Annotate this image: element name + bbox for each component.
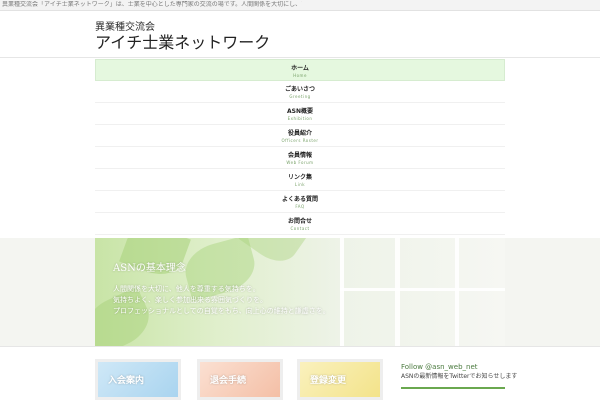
nav-item-sublabel: Web Forum xyxy=(286,160,314,165)
global-navigation: ホーム Home ごあいさつ Greeting ASN概要 Exhibition… xyxy=(95,59,505,237)
site-header: 異業種交流会 アイチ士業ネットワーク xyxy=(0,11,600,58)
twitter-description: ASNの最新情報をTwitterでお知らせします xyxy=(401,373,518,380)
nav-item-members[interactable]: 会員情報 Web Forum xyxy=(95,147,505,169)
nav-item-sublabel: Home xyxy=(293,73,307,78)
hero-text-line: 人間関係を大切に、他人を尊重する気持ちを。 xyxy=(113,285,260,293)
nav-item-contact[interactable]: お問合せ Contact xyxy=(95,213,505,235)
nav-item-sublabel: Contact xyxy=(290,226,310,231)
card-label: 入会案内 xyxy=(108,376,145,386)
nav-item-sublabel: Officers Roster xyxy=(281,138,319,143)
nav-item-label: 会員情報 xyxy=(287,152,312,159)
nav-item-faq[interactable]: よくある質問 FAQ xyxy=(95,191,505,213)
nav-item-officers[interactable]: 役員紹介 Officers Roster xyxy=(95,125,505,147)
nav-item-label: お問合せ xyxy=(287,218,312,225)
card-label: 登録変更 xyxy=(310,376,347,386)
window-frame-decoration xyxy=(395,238,400,346)
leaf-decoration xyxy=(119,238,191,282)
card-withdrawal[interactable]: 退会手続 xyxy=(197,359,283,400)
hero-banner: ASNの基本理念 人間関係を大切に、他人を尊重する気持ちを。 気持ちよく、楽しく… xyxy=(95,238,505,346)
card-label: 退会手続 xyxy=(210,376,247,386)
nav-item-sublabel: Link xyxy=(294,182,306,187)
card-join-guide[interactable]: 入会案内 xyxy=(95,359,181,400)
nav-item-about[interactable]: ASN概要 Exhibition xyxy=(95,103,505,125)
window-frame-decoration xyxy=(340,288,505,291)
nav-item-label: ごあいさつ xyxy=(284,86,315,93)
hero-text-line: 気持ちよく、楽しく参加出来る雰囲気づくりを。 xyxy=(113,296,267,304)
nav-item-home[interactable]: ホーム Home xyxy=(95,59,505,81)
nav-item-links[interactable]: リンク集 Link xyxy=(95,169,505,191)
site-title-link[interactable]: アイチ士業ネットワーク xyxy=(95,33,270,53)
nav-item-sublabel: Greeting xyxy=(289,94,311,99)
nav-item-greeting[interactable]: ごあいさつ Greeting xyxy=(95,81,505,103)
twitter-follow-link[interactable]: Follow @asn_web_net xyxy=(401,363,478,372)
nav-item-label: 役員紹介 xyxy=(287,130,312,137)
window-frame-decoration xyxy=(455,238,459,346)
nav-item-sublabel: Exhibition xyxy=(287,116,313,121)
nav-item-sublabel: FAQ xyxy=(295,204,305,209)
sidebar-divider xyxy=(401,387,505,389)
nav-item-label: ASN概要 xyxy=(287,108,313,115)
hero-text-line: プロフェッショナルとしての自覚をもち、向上心の維持と謙虚さを。 xyxy=(113,307,330,315)
nav-item-label: リンク集 xyxy=(287,174,312,181)
window-frame-decoration xyxy=(340,238,344,346)
nav-item-label: ホーム xyxy=(291,65,309,72)
top-announcement-bar: 異業種交流会「アイチ士業ネットワーク」は、士業を中心とした専門家の交流の場です。… xyxy=(0,0,600,11)
nav-item-label: よくある質問 xyxy=(281,196,318,203)
hero-title: ASNの基本理念 xyxy=(113,263,186,274)
top-announcement-text: 異業種交流会「アイチ士業ネットワーク」は、士業を中心とした専門家の交流の場です。… xyxy=(2,1,302,8)
card-registration-change[interactable]: 登録変更 xyxy=(297,359,383,400)
